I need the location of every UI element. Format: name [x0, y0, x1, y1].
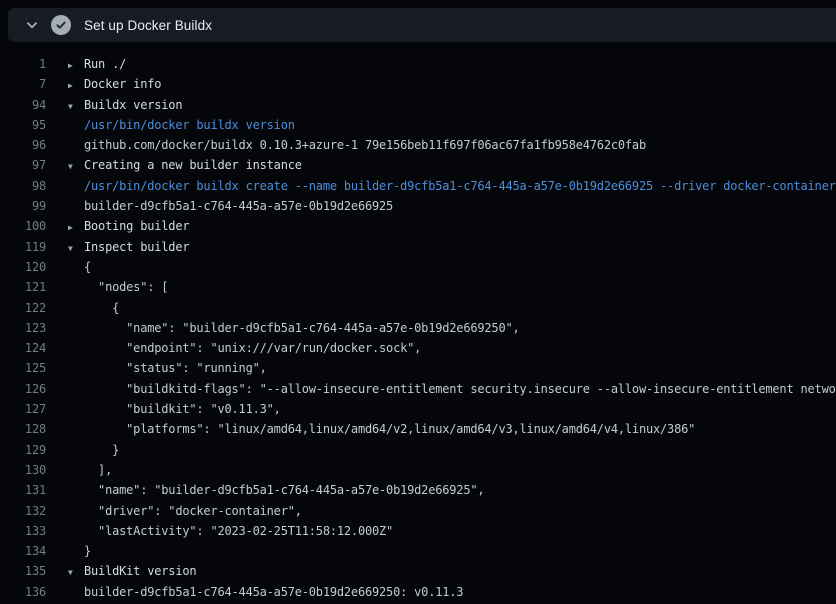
- log-text: "endpoint": "unix:///var/run/docker.sock…: [84, 338, 421, 358]
- line-number: 136: [0, 582, 46, 602]
- line-number: 126: [0, 379, 46, 399]
- log-line: 124 "endpoint": "unix:///var/run/docker.…: [0, 338, 836, 358]
- log-text: github.com/docker/buildx 0.10.3+azure-1 …: [84, 135, 646, 155]
- log-text: builder-d9cfb5a1-c764-445a-a57e-0b19d2e6…: [84, 582, 463, 602]
- check-circle-icon: [51, 15, 71, 35]
- log-line[interactable]: 97 ▼ Creating a new builder instance: [0, 155, 836, 175]
- line-number: 99: [0, 196, 46, 216]
- log-line: 123 "name": "builder-d9cfb5a1-c764-445a-…: [0, 318, 836, 338]
- line-number: 122: [0, 298, 46, 318]
- log-line: 121 "nodes": [: [0, 277, 836, 297]
- caret-icon[interactable]: ▶: [68, 76, 84, 96]
- log-line: 120 {: [0, 257, 836, 277]
- log-text: "lastActivity": "2023-02-25T11:58:12.000…: [84, 521, 393, 541]
- log-line: 127 "buildkit": "v0.11.3",: [0, 399, 836, 419]
- log-text: builder-d9cfb5a1-c764-445a-a57e-0b19d2e6…: [84, 196, 393, 216]
- log-text: "name": "builder-d9cfb5a1-c764-445a-a57e…: [84, 318, 520, 338]
- log-text: Buildx version: [84, 95, 182, 115]
- line-number: 131: [0, 480, 46, 500]
- log-line: 134 }: [0, 541, 836, 561]
- log-line: 130 ],: [0, 460, 836, 480]
- log-text: "status": "running",: [84, 358, 267, 378]
- line-number: 132: [0, 501, 46, 521]
- log-line: 95 /usr/bin/docker buildx version: [0, 115, 836, 135]
- log-text: }: [84, 440, 119, 460]
- line-number: 134: [0, 541, 46, 561]
- log-text: Booting builder: [84, 216, 189, 236]
- log-line: 99 builder-d9cfb5a1-c764-445a-a57e-0b19d…: [0, 196, 836, 216]
- log-text: {: [84, 298, 119, 318]
- line-number: 100: [0, 216, 46, 236]
- log-text: Inspect builder: [84, 237, 189, 257]
- log-text: "nodes": [: [84, 277, 168, 297]
- line-number: 120: [0, 257, 46, 277]
- log-text: "name": "builder-d9cfb5a1-c764-445a-a57e…: [84, 480, 484, 500]
- line-number: 95: [0, 115, 46, 135]
- line-number: 96: [0, 135, 46, 155]
- log-text: "buildkit": "v0.11.3",: [84, 399, 281, 419]
- caret-icon[interactable]: ▶: [68, 218, 84, 238]
- log-text: Run ./: [84, 54, 126, 74]
- log-text: Creating a new builder instance: [84, 155, 302, 175]
- caret-icon[interactable]: ▼: [68, 239, 84, 259]
- step-header[interactable]: Set up Docker Buildx: [8, 8, 836, 42]
- log-line: 131 "name": "builder-d9cfb5a1-c764-445a-…: [0, 480, 836, 500]
- chevron-down-icon[interactable]: [25, 18, 39, 32]
- log-line[interactable]: 1 ▶ Run ./: [0, 54, 836, 74]
- line-number: 125: [0, 358, 46, 378]
- log-line: 125 "status": "running",: [0, 358, 836, 378]
- line-number: 129: [0, 440, 46, 460]
- caret-icon[interactable]: ▼: [68, 563, 84, 583]
- log-line: 96 github.com/docker/buildx 0.10.3+azure…: [0, 135, 836, 155]
- log-text: Docker info: [84, 74, 161, 94]
- log-line: 129 }: [0, 440, 836, 460]
- line-number: 123: [0, 318, 46, 338]
- log-text: /usr/bin/docker buildx version: [84, 115, 295, 135]
- line-number: 119: [0, 237, 46, 257]
- line-number: 130: [0, 460, 46, 480]
- line-number: 97: [0, 155, 46, 175]
- log-line: 128 "platforms": "linux/amd64,linux/amd6…: [0, 419, 836, 439]
- log-text: ],: [84, 460, 112, 480]
- log-text: {: [84, 257, 91, 277]
- caret-icon[interactable]: ▼: [68, 97, 84, 117]
- log-line: 122 {: [0, 298, 836, 318]
- log-text: }: [84, 541, 91, 561]
- log-line: 98 /usr/bin/docker buildx create --name …: [0, 176, 836, 196]
- step-title: Set up Docker Buildx: [84, 18, 212, 33]
- log-text: "driver": "docker-container",: [84, 501, 302, 521]
- log-text: /usr/bin/docker buildx create --name bui…: [84, 176, 836, 196]
- log-line: 132 "driver": "docker-container",: [0, 501, 836, 521]
- log-line[interactable]: 94 ▼ Buildx version: [0, 95, 836, 115]
- line-number: 1: [0, 54, 46, 74]
- line-number: 124: [0, 338, 46, 358]
- log-line[interactable]: 100 ▶ Booting builder: [0, 216, 836, 236]
- line-number: 128: [0, 419, 46, 439]
- line-number: 133: [0, 521, 46, 541]
- log-line: 136 builder-d9cfb5a1-c764-445a-a57e-0b19…: [0, 582, 836, 602]
- line-number: 94: [0, 95, 46, 115]
- caret-icon[interactable]: ▼: [68, 157, 84, 177]
- line-number: 135: [0, 561, 46, 581]
- log-text: "platforms": "linux/amd64,linux/amd64/v2…: [84, 419, 695, 439]
- log-line[interactable]: 119 ▼ Inspect builder: [0, 237, 836, 257]
- log-text: "buildkitd-flags": "--allow-insecure-ent…: [84, 379, 836, 399]
- log-lines: 1 ▶ Run ./ 7 ▶ Docker info 94 ▼ Buildx v…: [0, 42, 836, 604]
- log-line: 126 "buildkitd-flags": "--allow-insecure…: [0, 379, 836, 399]
- log-text: BuildKit version: [84, 561, 196, 581]
- line-number: 121: [0, 277, 46, 297]
- line-number: 7: [0, 74, 46, 94]
- log-line[interactable]: 135 ▼ BuildKit version: [0, 561, 836, 581]
- log-line: 133 "lastActivity": "2023-02-25T11:58:12…: [0, 521, 836, 541]
- line-number: 98: [0, 176, 46, 196]
- log-line[interactable]: 7 ▶ Docker info: [0, 74, 836, 94]
- caret-icon[interactable]: ▶: [68, 56, 84, 76]
- line-number: 127: [0, 399, 46, 419]
